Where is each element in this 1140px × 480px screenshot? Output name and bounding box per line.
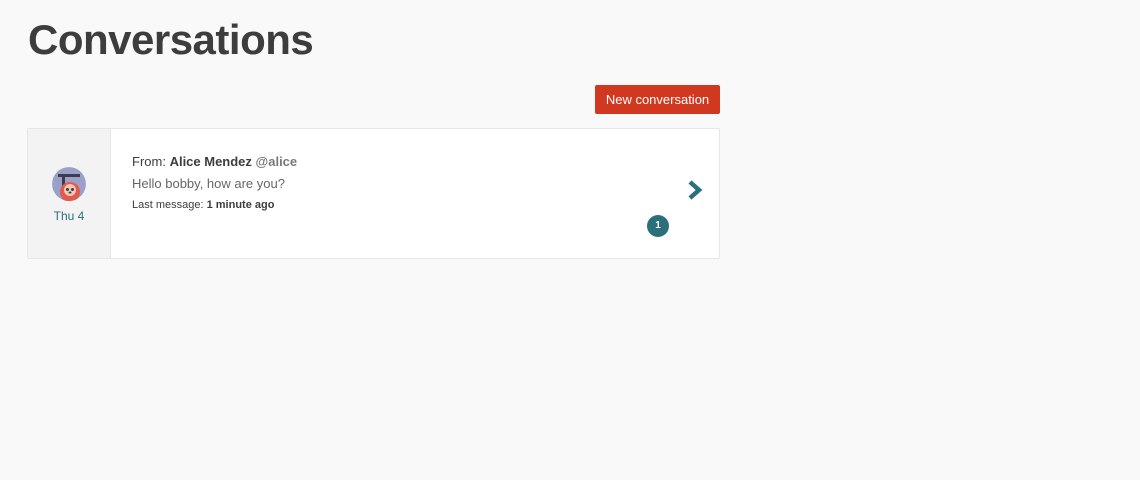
sender-name: Alice Mendez	[169, 154, 252, 169]
sloth-avatar-icon	[52, 167, 86, 201]
sender-handle: @alice	[255, 154, 298, 169]
last-message-prefix: Last message:	[132, 199, 207, 211]
from-prefix: From:	[132, 154, 170, 169]
conversation-sidebar: Thu 4	[28, 129, 111, 258]
last-message-line: Last message: 1 minute ago	[132, 197, 719, 213]
from-line: From: Alice Mendez @alice	[132, 153, 719, 171]
message-preview: Hello bobby, how are you?	[132, 176, 285, 191]
last-message-time: 1 minute ago	[206, 199, 275, 211]
conversation-body: From: Alice Mendez @alice Hello bobby, h…	[111, 129, 719, 258]
unread-count-badge: 1	[647, 215, 669, 237]
chevron-right-icon[interactable]	[687, 179, 705, 201]
new-conversation-button[interactable]: New conversation	[595, 85, 720, 114]
conversation-date: Thu 4	[53, 209, 85, 223]
page-title: Conversations	[28, 16, 314, 63]
conversation-card[interactable]: Thu 4 From: Alice Mendez @alice Hello bo…	[27, 128, 720, 259]
